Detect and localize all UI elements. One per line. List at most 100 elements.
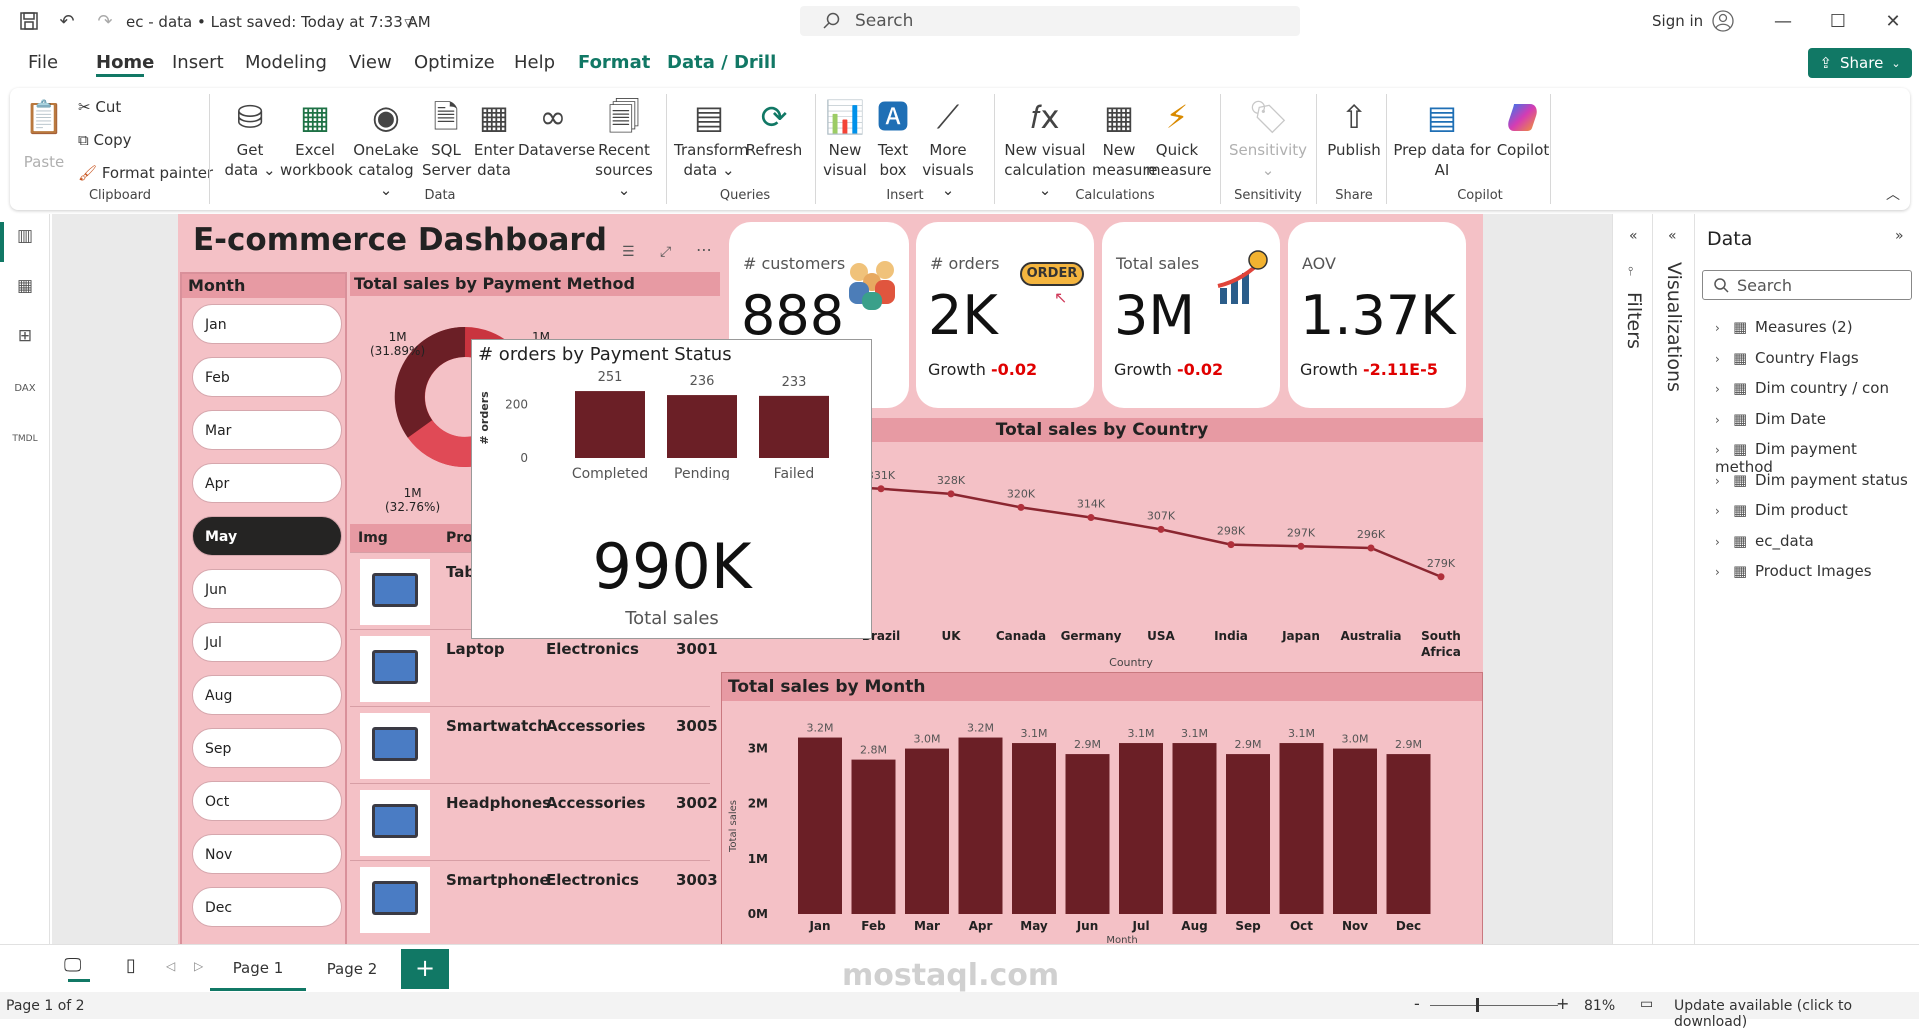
data-tree-item[interactable]: › ▦ Dim country / con — [1715, 379, 1889, 397]
excel-workbook-button[interactable]: ▦ Excel workbook — [280, 98, 353, 180]
status-bar[interactable] — [575, 391, 645, 458]
month-option-jun[interactable]: Jun — [192, 569, 342, 609]
table-row[interactable]: Smartphone Electronics 3003 — [350, 860, 718, 936]
model-view-icon[interactable]: ⊞ — [12, 326, 38, 352]
col-header-img[interactable]: Img — [358, 530, 388, 546]
refresh-button[interactable]: ⟳ Refresh — [744, 98, 804, 160]
data-tree-item[interactable]: › ▦ Dim Date — [1715, 410, 1826, 428]
menu-insert[interactable]: Insert — [172, 52, 224, 73]
chevron-down-icon[interactable]: ▽ — [396, 10, 422, 36]
dax-query-view-icon[interactable]: DAX — [12, 376, 38, 402]
dataverse-button[interactable]: ∞ Dataverse — [518, 98, 595, 160]
table-row[interactable]: Laptop Electronics 3001 — [350, 629, 718, 705]
month-option-mar[interactable]: Mar — [192, 410, 342, 450]
filter-funnel-icon[interactable]: ⫯ — [1628, 264, 1633, 279]
page-tab-1[interactable]: Page 1 — [210, 947, 306, 991]
tmdl-view-icon[interactable]: TMDL — [12, 426, 38, 452]
document-title[interactable]: ec - data • Last saved: Today at 7:33 AM — [126, 13, 431, 31]
data-tree-item[interactable]: › ▦ Dim payment status — [1715, 471, 1908, 489]
month-option-nov[interactable]: Nov — [192, 834, 342, 874]
month-bar[interactable] — [1279, 743, 1324, 914]
menu-format[interactable]: Format — [578, 52, 650, 73]
zoom-in-button[interactable]: + — [1556, 994, 1569, 1013]
data-tree-item[interactable]: › ▦ ec_data — [1715, 532, 1814, 550]
filter-icon[interactable]: ☰ — [622, 244, 635, 260]
transform-data-button[interactable]: ▤ Transform data ⌄ — [674, 98, 749, 180]
month-option-oct[interactable]: Oct — [192, 781, 342, 821]
data-tree-item[interactable]: › ▦ Dim product — [1715, 501, 1848, 519]
data-tree-item[interactable]: › ▦ Product Images — [1715, 562, 1872, 580]
chevron-right-icon[interactable]: › — [1715, 535, 1733, 549]
country-point[interactable] — [947, 490, 955, 498]
collapse-filters-icon[interactable]: « — [1629, 228, 1638, 244]
new-visual-calculation-button[interactable]: 𝑓x New visual calculation ⌄ — [1000, 98, 1090, 200]
add-page-button[interactable]: + — [401, 949, 449, 989]
filters-label[interactable]: Filters — [1623, 292, 1645, 349]
share-button[interactable]: ⇪ Share ⌄ — [1808, 48, 1912, 78]
country-point[interactable] — [1297, 542, 1305, 550]
data-search-input[interactable]: Search — [1702, 270, 1912, 300]
month-bar[interactable] — [1333, 748, 1377, 914]
chevron-right-icon[interactable]: › — [1715, 565, 1733, 579]
menu-data-drill[interactable]: Data / Drill — [667, 52, 776, 73]
cut-button[interactable]: ✂ Cut — [78, 98, 121, 116]
menu-home[interactable]: Home — [96, 52, 154, 73]
month-bar[interactable] — [1386, 754, 1431, 914]
month-bar[interactable] — [851, 759, 896, 914]
month-option-aug[interactable]: Aug — [192, 675, 342, 715]
chevron-right-icon[interactable]: › — [1715, 413, 1733, 427]
new-visual-button[interactable]: 📊 New visual — [822, 98, 868, 180]
country-point[interactable] — [1087, 514, 1095, 522]
country-point[interactable] — [1227, 541, 1235, 549]
copy-button[interactable]: ⧉ Copy — [78, 131, 132, 149]
menu-modeling[interactable]: Modeling — [245, 52, 327, 73]
month-bar[interactable] — [1065, 754, 1110, 914]
month-option-feb[interactable]: Feb — [192, 357, 342, 397]
minimize-icon[interactable]: — — [1770, 8, 1796, 34]
country-point[interactable] — [1017, 503, 1025, 511]
chevron-right-icon[interactable]: › — [1715, 504, 1733, 518]
close-icon[interactable]: ✕ — [1880, 8, 1906, 34]
prev-page-icon[interactable]: ◁ — [166, 959, 175, 973]
table-view-icon[interactable]: ▦ — [12, 276, 38, 302]
sensitivity-button[interactable]: 🏷 Sensitivity ⌄ — [1228, 98, 1308, 180]
country-point[interactable] — [1367, 544, 1375, 552]
title-search-box[interactable]: Search — [800, 6, 1300, 36]
collapse-ribbon-icon[interactable]: ︿ — [1886, 184, 1900, 204]
zoom-level[interactable]: 81% — [1584, 998, 1615, 1014]
month-option-jan[interactable]: Jan — [192, 304, 342, 344]
expand-data-pane-icon[interactable]: » — [1895, 228, 1904, 244]
month-bar[interactable] — [1226, 754, 1270, 914]
zoom-slider-track[interactable] — [1430, 1005, 1558, 1006]
menu-file[interactable]: File — [28, 52, 58, 73]
table-row[interactable]: Smartwatch Accessories 3005 — [350, 706, 718, 782]
month-option-sep[interactable]: Sep — [192, 728, 342, 768]
undo-icon[interactable]: ↶ — [54, 8, 80, 34]
collapse-visualizations-icon[interactable]: « — [1668, 228, 1677, 244]
menu-view[interactable]: View — [349, 52, 392, 73]
menu-optimize[interactable]: Optimize — [414, 52, 495, 73]
zoom-out-button[interactable]: - — [1414, 994, 1420, 1013]
visualizations-label[interactable]: Visualizations — [1663, 262, 1685, 392]
month-bar[interactable] — [1012, 743, 1056, 914]
paste-button[interactable]: 📋 Paste — [22, 98, 66, 171]
more-visuals-button[interactable]: ⟋ More visuals ⌄ — [918, 98, 978, 200]
month-option-apr[interactable]: Apr — [192, 463, 342, 503]
new-measure-button[interactable]: ▦ New measure — [1092, 98, 1157, 180]
format-painter-button[interactable]: 🖌 Format painter — [78, 164, 213, 182]
menu-help[interactable]: Help — [514, 52, 555, 73]
month-option-dec[interactable]: Dec — [192, 887, 342, 927]
status-bar[interactable] — [667, 395, 737, 458]
onelake-catalog-button[interactable]: ◉ OneLake catalog ⌄ — [350, 98, 422, 200]
redo-icon[interactable]: ↷ — [92, 8, 118, 34]
avatar-icon[interactable] — [1712, 10, 1734, 32]
zoom-slider-thumb[interactable] — [1476, 998, 1479, 1012]
get-data-button[interactable]: ⛁ Get data ⌄ — [222, 98, 278, 180]
country-series-line[interactable] — [840, 485, 1442, 578]
data-tree-item[interactable]: › ▦ Measures (2) — [1715, 318, 1853, 336]
month-option-jul[interactable]: Jul — [192, 622, 342, 662]
sign-in-link[interactable]: Sign in — [1652, 12, 1703, 30]
month-bar[interactable] — [958, 737, 1003, 914]
focus-mode-icon[interactable]: ⤢ — [660, 244, 671, 260]
data-tree-item[interactable]: › ▦ Country Flags — [1715, 349, 1859, 367]
